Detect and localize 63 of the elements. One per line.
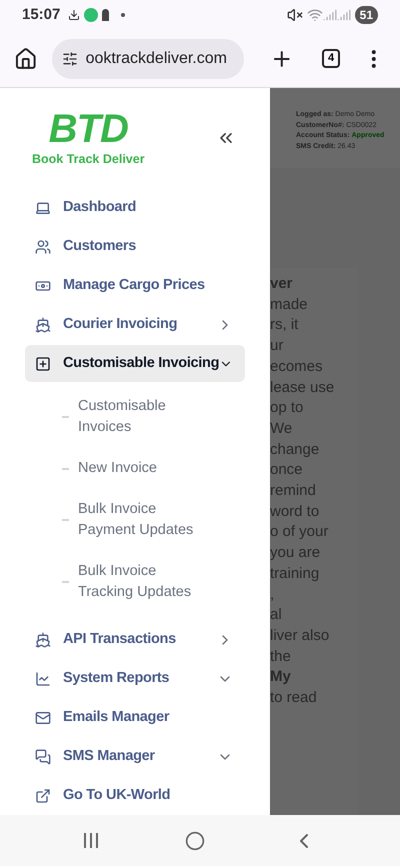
app-icon — [84, 8, 98, 22]
paragraph-line: once — [270, 460, 304, 480]
laptop-icon — [35, 200, 51, 216]
paragraph-line: change — [270, 440, 320, 460]
menu-item[interactable]: Customisable Invoicing — [25, 345, 245, 382]
mute-icon — [286, 7, 303, 23]
paragraph-line: , — [270, 584, 276, 605]
paragraph-line: rs, it — [270, 315, 300, 336]
paragraph-line: remind — [270, 481, 317, 502]
menu-item[interactable]: Go To UK-World — [25, 777, 245, 814]
paragraph-line: op to — [270, 398, 304, 418]
menu-item[interactable]: Courier Invoicing — [25, 306, 245, 343]
submenu-item[interactable]: Bulk Invoice Tracking Updates — [62, 551, 270, 613]
submenu-item[interactable]: Bulk Invoice Payment Updates — [62, 489, 270, 551]
dash-icon — [62, 416, 69, 418]
paragraph-line: you are — [270, 543, 322, 564]
submenu-item[interactable]: Customisable Invoices — [62, 386, 270, 448]
menu-item[interactable]: System Reports — [25, 660, 245, 697]
paragraph-line: the — [270, 646, 292, 667]
paragraph-line: to read — [270, 688, 318, 708]
signal-icon — [336, 8, 351, 22]
plus-square-icon — [35, 356, 51, 372]
signal-icon — [322, 8, 337, 22]
menu-item[interactable]: Emails Manager — [25, 699, 245, 736]
battery-indicator: 51 — [354, 6, 378, 24]
menu-item[interactable]: API Transactions — [25, 621, 245, 658]
dash-icon — [62, 468, 69, 470]
ship-icon — [35, 316, 51, 332]
paragraph-line: ecomes — [270, 356, 324, 377]
recent-apps-icon[interactable] — [84, 833, 98, 848]
line-chart-icon — [35, 670, 51, 686]
dash-icon — [62, 581, 69, 583]
menu-item[interactable]: SMS Manager — [25, 738, 245, 775]
download-icon — [68, 9, 80, 21]
chat-icon — [35, 748, 51, 764]
tab-count[interactable]: 4 — [322, 49, 340, 68]
paragraph-line: o of your — [270, 522, 330, 542]
dash-icon — [62, 519, 69, 521]
envelope-icon — [35, 710, 51, 726]
status-time: 15:07 — [22, 4, 60, 25]
users-icon — [35, 238, 51, 254]
ship-icon — [35, 632, 51, 648]
site-settings-icon — [62, 50, 78, 66]
paragraph-line: ver — [270, 274, 294, 294]
menu-item[interactable]: Customers — [25, 228, 245, 265]
menu-item[interactable]: Dashboard — [25, 189, 245, 226]
paragraph-line: word to — [270, 502, 320, 522]
paragraph-line: My — [270, 667, 292, 688]
paragraph-line: We — [270, 418, 294, 439]
paragraph-line: al — [270, 605, 283, 626]
paragraph-line: liver also — [270, 626, 330, 646]
menu-item[interactable]: Manage Cargo Prices — [25, 267, 245, 304]
external-link-icon — [35, 788, 51, 804]
home-button-icon[interactable] — [184, 830, 205, 850]
paragraph-line: made — [270, 294, 309, 315]
paragraph-line: ur — [270, 336, 284, 356]
wifi-icon — [306, 7, 323, 23]
submenu-item[interactable]: New Invoice — [62, 448, 270, 489]
home-icon[interactable] — [14, 46, 38, 70]
url-field[interactable]: ooktrackdeliver.com — [52, 38, 244, 78]
paragraph-line: training — [270, 564, 320, 584]
paragraph-line: lease use — [270, 378, 336, 398]
keyhole-icon — [102, 9, 110, 21]
